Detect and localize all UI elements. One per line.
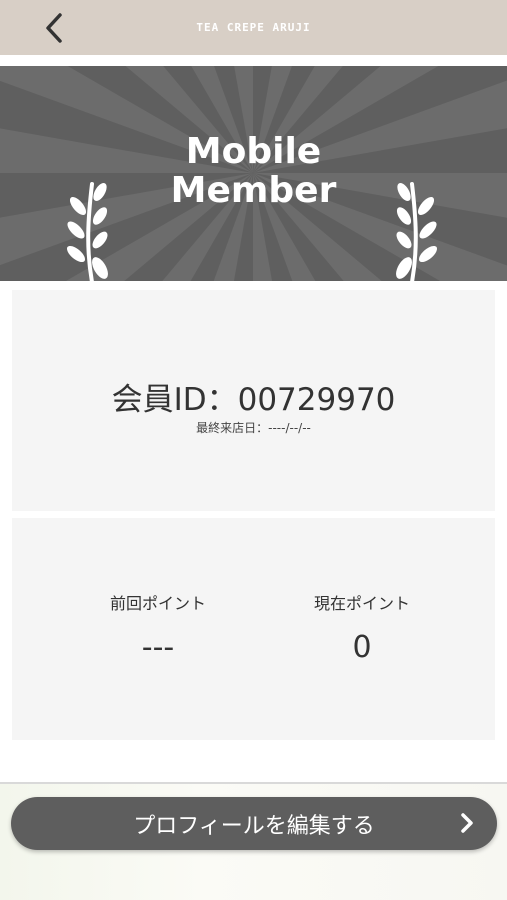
last-visit-date: 最終来店日：----/--/-- [196, 421, 311, 435]
previous-points-value: --- [141, 630, 175, 665]
points-card: 前回ポイント --- 現在ポイント 0 [12, 518, 495, 740]
app-header: TEA CREPE ARUJI [0, 0, 507, 55]
current-points-label: 現在ポイント [313, 594, 410, 613]
hero-title-line1: Mobile [185, 131, 322, 172]
current-points: 現在ポイント 0 [262, 590, 462, 665]
app-title: TEA CREPE ARUJI [196, 21, 311, 34]
current-points-value: 0 [352, 630, 372, 665]
chevron-right-icon [461, 813, 473, 833]
previous-points: 前回ポイント --- [58, 590, 258, 665]
edit-profile-label: プロフィールを編集する [133, 813, 375, 839]
member-banner: Mobile Member [0, 66, 507, 281]
chevron-left-icon [46, 13, 62, 43]
edit-profile-button[interactable]: プロフィールを編集する [11, 797, 497, 850]
member-id: 会員ID：00729970 [111, 382, 396, 418]
member-id-card: 会員ID：00729970 最終来店日：----/--/-- [12, 290, 495, 511]
laurel-icon [396, 182, 438, 281]
back-button[interactable] [36, 10, 72, 46]
previous-points-label: 前回ポイント [109, 594, 206, 613]
